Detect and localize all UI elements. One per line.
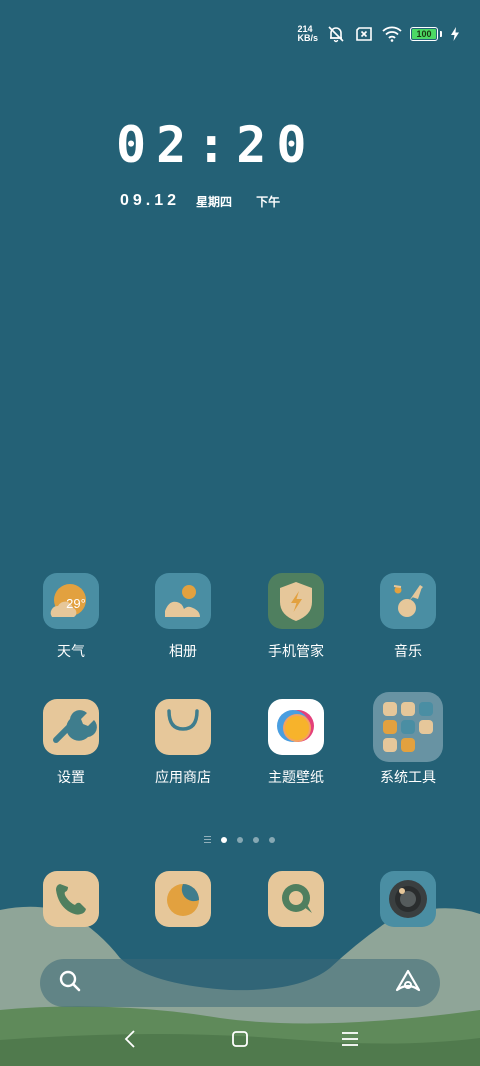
- app-label-weather: 天气: [57, 643, 85, 659]
- app-label-system-tools: 系统工具: [380, 769, 436, 785]
- page-dot-1[interactable]: [221, 836, 227, 843]
- recents-icon[interactable]: [335, 1024, 365, 1054]
- network-speed-unit: KB/s: [297, 33, 318, 43]
- battery-level: 100: [412, 29, 436, 39]
- camera-icon[interactable]: [380, 871, 436, 927]
- navigation-bar: [0, 1022, 480, 1056]
- assistant-icon[interactable]: [394, 968, 422, 998]
- gallery-icon[interactable]: [155, 573, 211, 629]
- phone-icon[interactable]: [43, 871, 99, 927]
- page-menu-icon[interactable]: [204, 836, 211, 843]
- weather-icon[interactable]: 29°: [43, 573, 99, 629]
- dock-camera[interactable]: [353, 871, 463, 927]
- app-theme-wallpaper[interactable]: 主题壁纸: [241, 699, 351, 787]
- dock-browser[interactable]: [128, 871, 238, 927]
- app-label-gallery: 相册: [169, 643, 197, 659]
- clock-weekday: 星期四: [196, 194, 233, 209]
- wifi-icon: [382, 24, 402, 44]
- clock-time[interactable]: 02:20: [116, 118, 317, 172]
- back-icon[interactable]: [115, 1024, 145, 1054]
- date-row: 09.12 星期四 下午: [120, 192, 280, 210]
- app-settings[interactable]: 设置: [16, 699, 126, 787]
- clock-ampm: 下午: [256, 194, 281, 209]
- search-icon[interactable]: [58, 969, 82, 997]
- app-label-theme-wallpaper: 主题壁纸: [268, 769, 324, 785]
- app-label-app-store: 应用商店: [155, 769, 211, 785]
- battery-nub: [440, 31, 442, 37]
- app-phone-manager[interactable]: 手机管家: [241, 573, 351, 661]
- theme-wallpaper-icon[interactable]: [268, 699, 324, 755]
- mute-bell-icon: [326, 24, 346, 44]
- search-bar[interactable]: [40, 959, 440, 1007]
- page-dot-4[interactable]: [269, 836, 275, 843]
- folder-icon[interactable]: [373, 692, 443, 762]
- sim-off-icon: [354, 24, 374, 44]
- app-weather[interactable]: 29° 天气: [16, 573, 126, 661]
- app-gallery[interactable]: 相册: [128, 573, 238, 661]
- home-icon[interactable]: [225, 1024, 255, 1054]
- app-store[interactable]: 应用商店: [128, 699, 238, 787]
- phone-manager-icon[interactable]: [268, 573, 324, 629]
- dock-messages[interactable]: [241, 871, 351, 927]
- app-label-music: 音乐: [394, 643, 422, 659]
- clock-date: 09.12: [120, 192, 181, 209]
- app-label-settings: 设置: [57, 769, 85, 785]
- dock-phone[interactable]: [16, 871, 126, 927]
- app-label-phone-manager: 手机管家: [268, 643, 324, 659]
- weather-temperature: 29°: [66, 596, 86, 611]
- page-indicator[interactable]: [204, 836, 275, 843]
- browser-icon[interactable]: [155, 871, 211, 927]
- charging-icon: [450, 24, 460, 44]
- battery-body: 100: [410, 27, 438, 41]
- app-folder-system-tools[interactable]: 系统工具: [353, 692, 463, 787]
- battery-indicator: 100: [410, 27, 442, 41]
- status-bar: 214 KB/s 100: [297, 22, 460, 46]
- settings-wrench-icon[interactable]: [43, 699, 99, 755]
- page-dot-3[interactable]: [253, 836, 259, 843]
- messages-icon[interactable]: [268, 871, 324, 927]
- app-music[interactable]: 音乐: [353, 573, 463, 661]
- music-icon[interactable]: [380, 573, 436, 629]
- page-dot-2[interactable]: [237, 836, 243, 843]
- app-store-icon[interactable]: [155, 699, 211, 755]
- network-speed: 214 KB/s: [297, 25, 318, 43]
